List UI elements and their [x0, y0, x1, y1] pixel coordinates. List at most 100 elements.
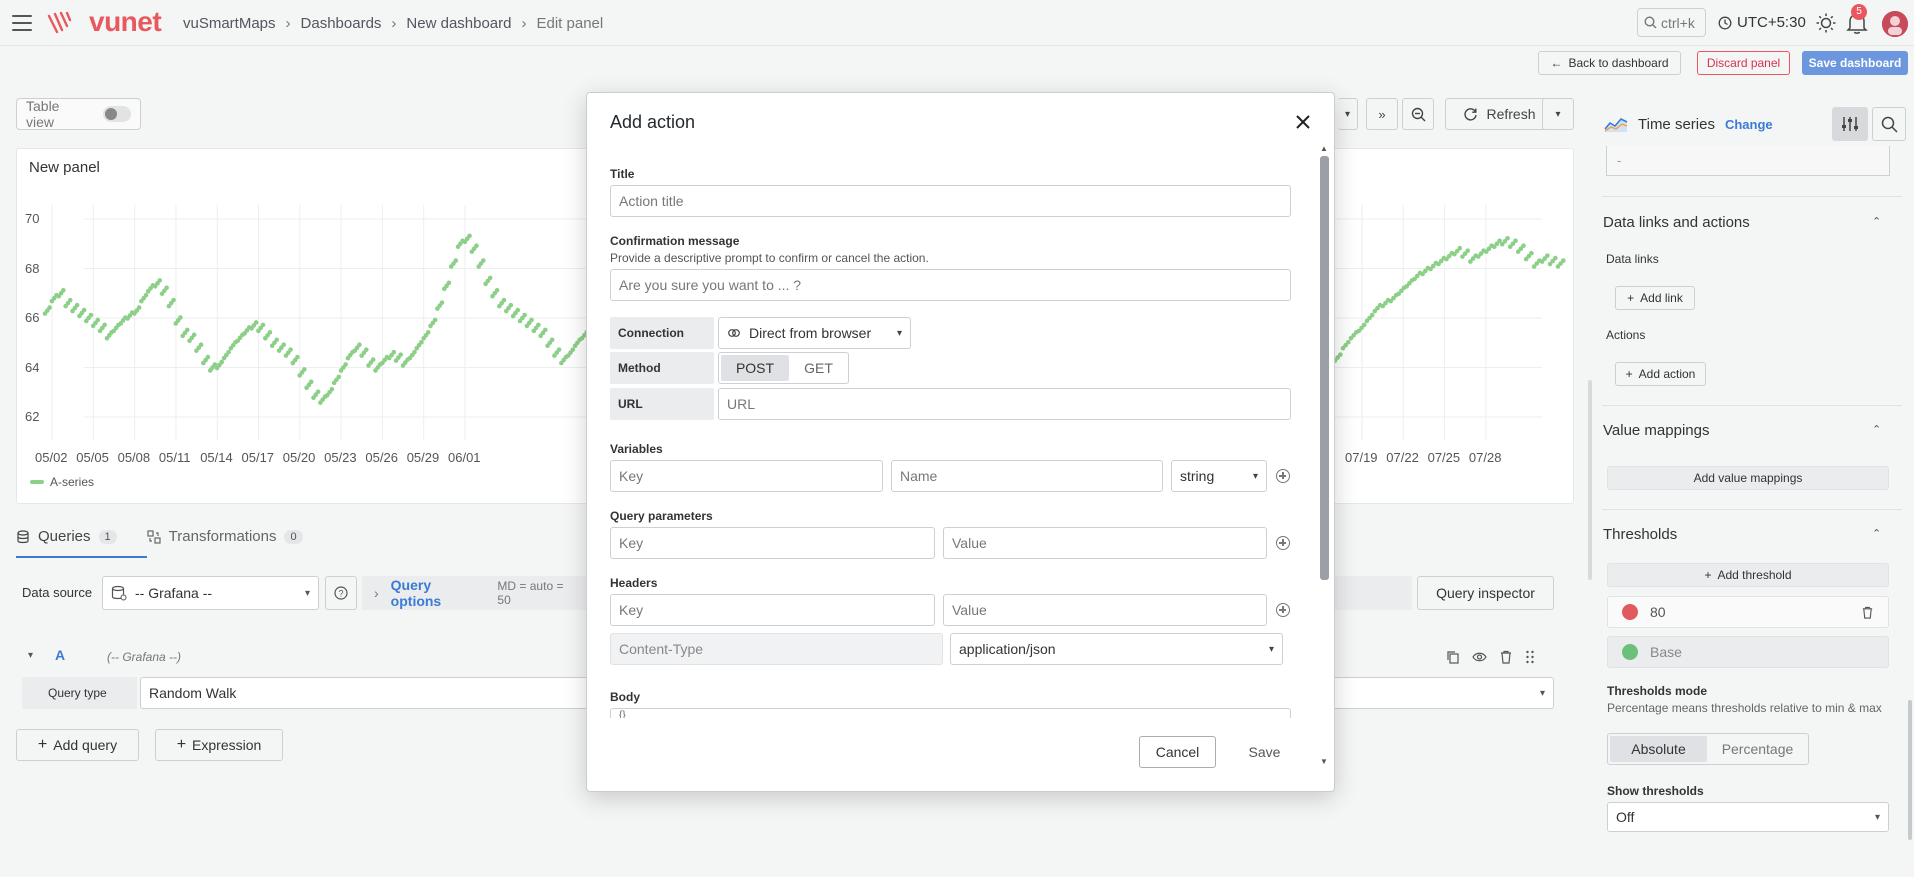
- breadcrumb-new-dashboard[interactable]: New dashboard: [406, 15, 511, 32]
- variable-name-input[interactable]: Name: [891, 460, 1163, 492]
- refresh-button[interactable]: Refresh: [1445, 98, 1554, 130]
- chevron-up-icon[interactable]: ⌃: [1872, 527, 1881, 540]
- url-input[interactable]: URL: [718, 388, 1291, 420]
- plus-icon: +: [1627, 291, 1635, 305]
- x-tick-label: 05/29: [406, 450, 440, 465]
- eye-icon[interactable]: [1472, 650, 1487, 664]
- timezone-indicator[interactable]: UTC+5:30: [1718, 14, 1806, 31]
- mode-absolute-option[interactable]: Absolute: [1610, 736, 1707, 762]
- search-options-button[interactable]: [1872, 107, 1906, 141]
- add-query-label: Add query: [53, 737, 118, 753]
- header-key-input[interactable]: Key: [610, 594, 935, 626]
- cancel-button[interactable]: Cancel: [1139, 736, 1216, 768]
- param-key-input[interactable]: Key: [610, 527, 935, 559]
- refresh-interval-dropdown[interactable]: ▾: [1542, 98, 1574, 130]
- modal-scrollbar[interactable]: [1320, 156, 1329, 580]
- change-visualization-link[interactable]: Change: [1725, 117, 1773, 132]
- sidebar-scrollbar[interactable]: [1908, 700, 1912, 840]
- search-box[interactable]: ctrl+k: [1637, 8, 1706, 37]
- scroll-up-icon[interactable]: ▲: [1320, 145, 1328, 153]
- data-point: [570, 347, 576, 352]
- query-inspector-button[interactable]: Query inspector: [1417, 576, 1554, 610]
- chevron-down-icon: ▾: [896, 327, 902, 339]
- table-view-toggle[interactable]: Table view: [16, 98, 141, 130]
- param-value-input[interactable]: Value: [943, 527, 1267, 559]
- connection-select[interactable]: Direct from browser ▾: [718, 317, 911, 349]
- title-input[interactable]: Action title: [610, 185, 1291, 217]
- method-post-option[interactable]: POST: [721, 355, 789, 381]
- data-point: [1457, 245, 1463, 251]
- options-toggle-button[interactable]: [1832, 107, 1868, 141]
- query-letter[interactable]: A: [55, 647, 65, 663]
- menu-icon[interactable]: [10, 12, 34, 34]
- threshold-color-dot[interactable]: [1622, 604, 1638, 620]
- back-to-dashboard-button[interactable]: ← Back to dashboard: [1538, 51, 1681, 75]
- add-variable-icon[interactable]: [1276, 469, 1290, 483]
- datasource-select[interactable]: -- Grafana -- ▾: [102, 576, 319, 610]
- scroll-down-icon[interactable]: ▼: [1320, 758, 1328, 766]
- show-thresholds-select[interactable]: Off ▾: [1607, 802, 1889, 832]
- trash-icon[interactable]: [1499, 650, 1513, 664]
- threshold-row[interactable]: 80: [1607, 596, 1889, 628]
- add-value-mappings-button[interactable]: Add value mappings: [1607, 466, 1889, 490]
- add-threshold-button[interactable]: + Add threshold: [1607, 563, 1889, 587]
- threshold-color-dot[interactable]: [1622, 644, 1638, 660]
- visualization-picker[interactable]: Time series Change: [1592, 104, 1822, 144]
- discard-panel-button[interactable]: Discard panel: [1697, 51, 1790, 75]
- breadcrumb-vusmartmaps[interactable]: vuSmartMaps: [183, 15, 276, 32]
- add-link-button[interactable]: + Add link: [1615, 286, 1695, 310]
- add-param-icon[interactable]: [1276, 536, 1290, 550]
- save-dashboard-button[interactable]: Save dashboard: [1802, 51, 1908, 75]
- content-type-select[interactable]: application/json ▾: [950, 633, 1283, 665]
- time-picker-dropdown[interactable]: ▾: [1338, 98, 1358, 130]
- table-view-label: Table view: [26, 98, 60, 130]
- data-point: [267, 330, 273, 335]
- data-point: [88, 312, 94, 318]
- sun-icon[interactable]: [1815, 12, 1837, 34]
- save-button[interactable]: Save: [1233, 736, 1296, 768]
- add-expression-button[interactable]: + Expression: [155, 729, 283, 761]
- zoom-out-button[interactable]: [1402, 98, 1434, 130]
- zoom-forward-button[interactable]: »: [1366, 98, 1398, 130]
- drag-handle-icon[interactable]: [1525, 650, 1535, 664]
- section-title-thresholds[interactable]: Thresholds: [1603, 526, 1677, 543]
- toggle-switch[interactable]: [103, 106, 131, 122]
- breadcrumb-dashboards[interactable]: Dashboards: [301, 15, 382, 32]
- legend-swatch: [30, 480, 44, 484]
- add-action-button[interactable]: + Add action: [1615, 362, 1706, 386]
- header-value-input[interactable]: Value: [943, 594, 1267, 626]
- splitter-handle[interactable]: [1588, 380, 1592, 580]
- close-icon[interactable]: [1291, 110, 1315, 134]
- chevron-up-icon[interactable]: ⌃: [1872, 215, 1881, 228]
- collapse-chevron-icon[interactable]: ▾: [28, 650, 33, 661]
- tab-queries[interactable]: Queries 1: [16, 528, 117, 545]
- data-point: [522, 312, 527, 318]
- add-query-button[interactable]: + Add query: [16, 729, 139, 761]
- copy-icon[interactable]: [1446, 650, 1460, 664]
- confirmation-input[interactable]: Are you sure you want to ... ?: [610, 269, 1291, 301]
- variable-key-input[interactable]: Key: [610, 460, 883, 492]
- datasource-help-button[interactable]: ?: [325, 576, 357, 610]
- show-thresholds-value: Off: [1616, 809, 1635, 825]
- avatar[interactable]: [1882, 11, 1908, 37]
- data-point: [253, 320, 259, 325]
- section-title-value-mappings[interactable]: Value mappings: [1603, 422, 1709, 439]
- section-title-data-links[interactable]: Data links and actions: [1603, 214, 1750, 231]
- mode-percentage-option[interactable]: Percentage: [1709, 736, 1806, 762]
- data-point: [487, 275, 493, 281]
- method-get-option[interactable]: GET: [791, 355, 846, 381]
- tab-transformations[interactable]: Transformations 0: [147, 528, 303, 545]
- variable-type-select[interactable]: string ▾: [1171, 460, 1267, 492]
- body-editor[interactable]: {}: [610, 708, 1291, 718]
- query-options-toggle[interactable]: › Query options MD = auto = 50: [362, 576, 592, 610]
- datasource-value: -- Grafana --: [135, 585, 213, 601]
- chevron-up-icon[interactable]: ⌃: [1872, 423, 1881, 436]
- trash-icon[interactable]: [1861, 606, 1874, 619]
- refresh-icon: [1464, 107, 1478, 121]
- sidebar-top-input[interactable]: -: [1606, 146, 1890, 176]
- threshold-value[interactable]: 80: [1650, 604, 1849, 620]
- chart-legend[interactable]: A-series: [30, 475, 94, 489]
- data-point: [191, 332, 197, 338]
- data-point: [536, 322, 541, 328]
- add-header-icon[interactable]: [1276, 603, 1290, 617]
